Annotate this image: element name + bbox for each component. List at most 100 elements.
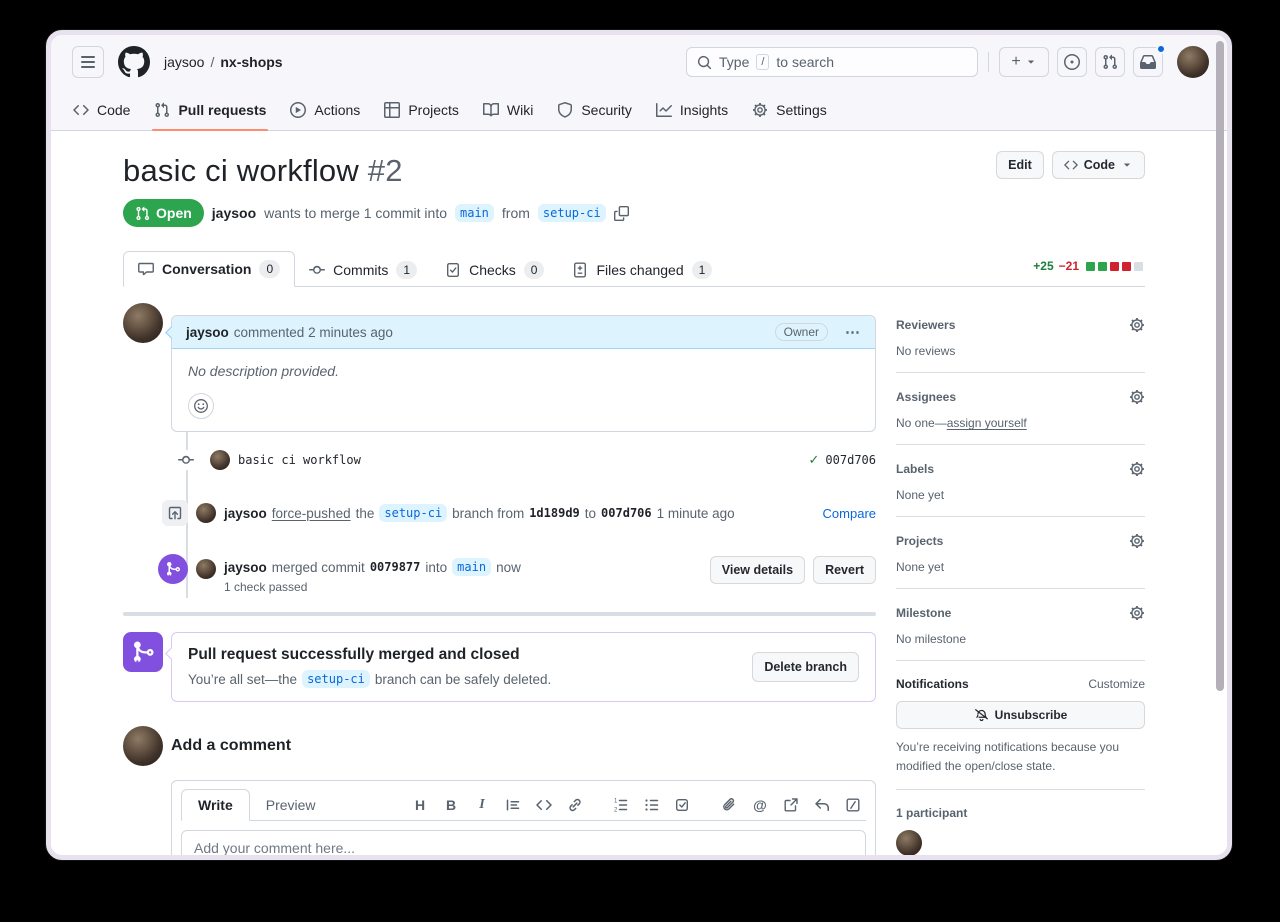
gear-icon[interactable] xyxy=(1129,389,1145,405)
tab-conversation[interactable]: Conversation 0 xyxy=(123,251,295,287)
comment-meta[interactable]: commented 2 minutes ago xyxy=(234,325,393,340)
delete-branch-button[interactable]: Delete branch xyxy=(752,652,859,682)
slash-commands-button[interactable] xyxy=(844,796,862,814)
edit-button[interactable]: Edit xyxy=(996,151,1044,179)
force-push-action-link[interactable]: force-pushed xyxy=(272,506,351,521)
header-divider xyxy=(988,52,989,72)
revert-button[interactable]: Revert xyxy=(813,556,876,584)
files-changed-count: 1 xyxy=(692,261,713,279)
code-dropdown-button[interactable]: Code xyxy=(1052,151,1145,179)
head-branch-label[interactable]: setup-ci xyxy=(302,670,370,688)
merged-status-icon xyxy=(123,632,163,672)
old-sha[interactable]: 1d189d9 xyxy=(529,506,580,520)
customize-link[interactable]: Customize xyxy=(1088,677,1145,691)
copy-branch-icon[interactable] xyxy=(614,206,629,221)
breadcrumb-owner[interactable]: jaysoo xyxy=(164,54,204,70)
force-push-author[interactable]: jaysoo xyxy=(224,506,267,521)
force-push-avatar[interactable] xyxy=(196,503,216,523)
slash-key-hint: / xyxy=(756,54,769,70)
pr-summary-from: from xyxy=(502,205,530,221)
repo-tab-actions[interactable]: Actions xyxy=(282,89,368,130)
task-list-icon xyxy=(675,797,691,813)
repo-tab-security[interactable]: Security xyxy=(549,89,640,130)
merge-sha[interactable]: 0079877 xyxy=(370,560,421,574)
repo-tab-insights[interactable]: Insights xyxy=(648,89,736,130)
italic-button[interactable]: I xyxy=(473,796,491,814)
issue-opened-icon xyxy=(1064,54,1080,70)
heading-button[interactable]: H xyxy=(411,796,429,814)
pull-requests-button[interactable] xyxy=(1095,47,1125,77)
repo-tab-pull-requests[interactable]: Pull requests xyxy=(146,89,274,130)
pr-author[interactable]: jaysoo xyxy=(212,205,256,221)
force-push-time[interactable]: 1 minute ago xyxy=(657,506,735,521)
checks-count: 0 xyxy=(524,261,545,279)
numbered-list-button[interactable] xyxy=(612,796,630,814)
gear-icon[interactable] xyxy=(1129,533,1145,549)
quote-button[interactable] xyxy=(504,796,522,814)
view-details-button[interactable]: View details xyxy=(710,556,805,584)
check-passed-icon[interactable]: ✓ xyxy=(809,452,820,468)
saved-replies-button[interactable] xyxy=(813,796,831,814)
gear-icon[interactable] xyxy=(1129,605,1145,621)
user-avatar[interactable] xyxy=(1177,46,1209,78)
add-reaction-button[interactable] xyxy=(188,393,214,419)
play-icon xyxy=(290,102,306,118)
task-list-button[interactable] xyxy=(674,796,692,814)
repo-tab-code[interactable]: Code xyxy=(65,89,138,130)
tab-files-changed[interactable]: Files changed 1 xyxy=(558,253,726,287)
head-branch-label[interactable]: setup-ci xyxy=(538,204,606,222)
repo-tab-projects[interactable]: Projects xyxy=(376,89,467,130)
link-button[interactable] xyxy=(566,796,584,814)
git-merge-icon xyxy=(158,554,188,584)
slash-square-icon xyxy=(845,797,861,813)
gear-icon[interactable] xyxy=(1129,461,1145,477)
quote-icon xyxy=(505,797,521,813)
new-sha[interactable]: 007d706 xyxy=(601,506,652,520)
breadcrumb-repo[interactable]: nx-shops xyxy=(220,54,282,70)
participant-avatar[interactable] xyxy=(896,830,922,856)
tab-commits[interactable]: Commits 1 xyxy=(295,253,431,287)
create-new-button[interactable]: + xyxy=(999,47,1049,77)
scrollbar-thumb[interactable] xyxy=(1216,41,1224,691)
base-branch-label[interactable]: main xyxy=(452,558,491,576)
paperclip-icon xyxy=(721,797,737,813)
commit-message-link[interactable]: basic ci workflow xyxy=(238,453,361,467)
milestone-value: No milestone xyxy=(896,632,1145,646)
commit-author-avatar[interactable] xyxy=(210,450,230,470)
diffstat[interactable]: +25 −21 xyxy=(1033,259,1143,273)
cross-reference-button[interactable] xyxy=(782,796,800,814)
mention-button[interactable]: @ xyxy=(751,796,769,814)
head-branch-label[interactable]: setup-ci xyxy=(379,504,447,522)
comment-author-avatar[interactable] xyxy=(123,303,163,343)
merge-time[interactable]: now xyxy=(496,560,521,575)
unsubscribe-button[interactable]: Unsubscribe xyxy=(896,701,1145,729)
comment-textarea[interactable] xyxy=(181,830,866,860)
attach-file-button[interactable] xyxy=(720,796,738,814)
search-input[interactable]: Type / to search xyxy=(686,47,978,77)
tab-checks[interactable]: Checks 0 xyxy=(431,253,558,287)
merge-author-avatar[interactable] xyxy=(196,559,216,579)
issues-button[interactable] xyxy=(1057,47,1087,77)
code-button[interactable] xyxy=(535,796,553,814)
compare-link[interactable]: Compare xyxy=(823,506,876,521)
breadcrumb: jaysoo / nx-shops xyxy=(164,54,283,70)
check-status-note[interactable]: 1 check passed xyxy=(224,580,521,594)
comment-author[interactable]: jaysoo xyxy=(186,325,229,340)
preview-tab[interactable]: Preview xyxy=(250,790,332,820)
assign-yourself-link[interactable]: assign yourself xyxy=(947,416,1027,430)
repo-tab-wiki[interactable]: Wiki xyxy=(475,89,541,130)
repo-tab-settings[interactable]: Settings xyxy=(744,89,835,130)
numbered-list-icon xyxy=(613,797,629,813)
base-branch-label[interactable]: main xyxy=(455,204,494,222)
assignees-heading: Assignees xyxy=(896,390,956,404)
write-tab[interactable]: Write xyxy=(181,789,250,821)
commit-sha-link[interactable]: 007d706 xyxy=(825,453,876,467)
gear-icon[interactable] xyxy=(1129,317,1145,333)
bold-button[interactable]: B xyxy=(442,796,460,814)
global-nav-menu-button[interactable] xyxy=(72,46,104,78)
comment-icon xyxy=(138,261,154,277)
comment-menu-button[interactable]: ⋯ xyxy=(845,323,861,341)
merge-author[interactable]: jaysoo xyxy=(224,560,267,575)
bullet-list-button[interactable] xyxy=(643,796,661,814)
github-logo-icon[interactable] xyxy=(118,46,150,78)
